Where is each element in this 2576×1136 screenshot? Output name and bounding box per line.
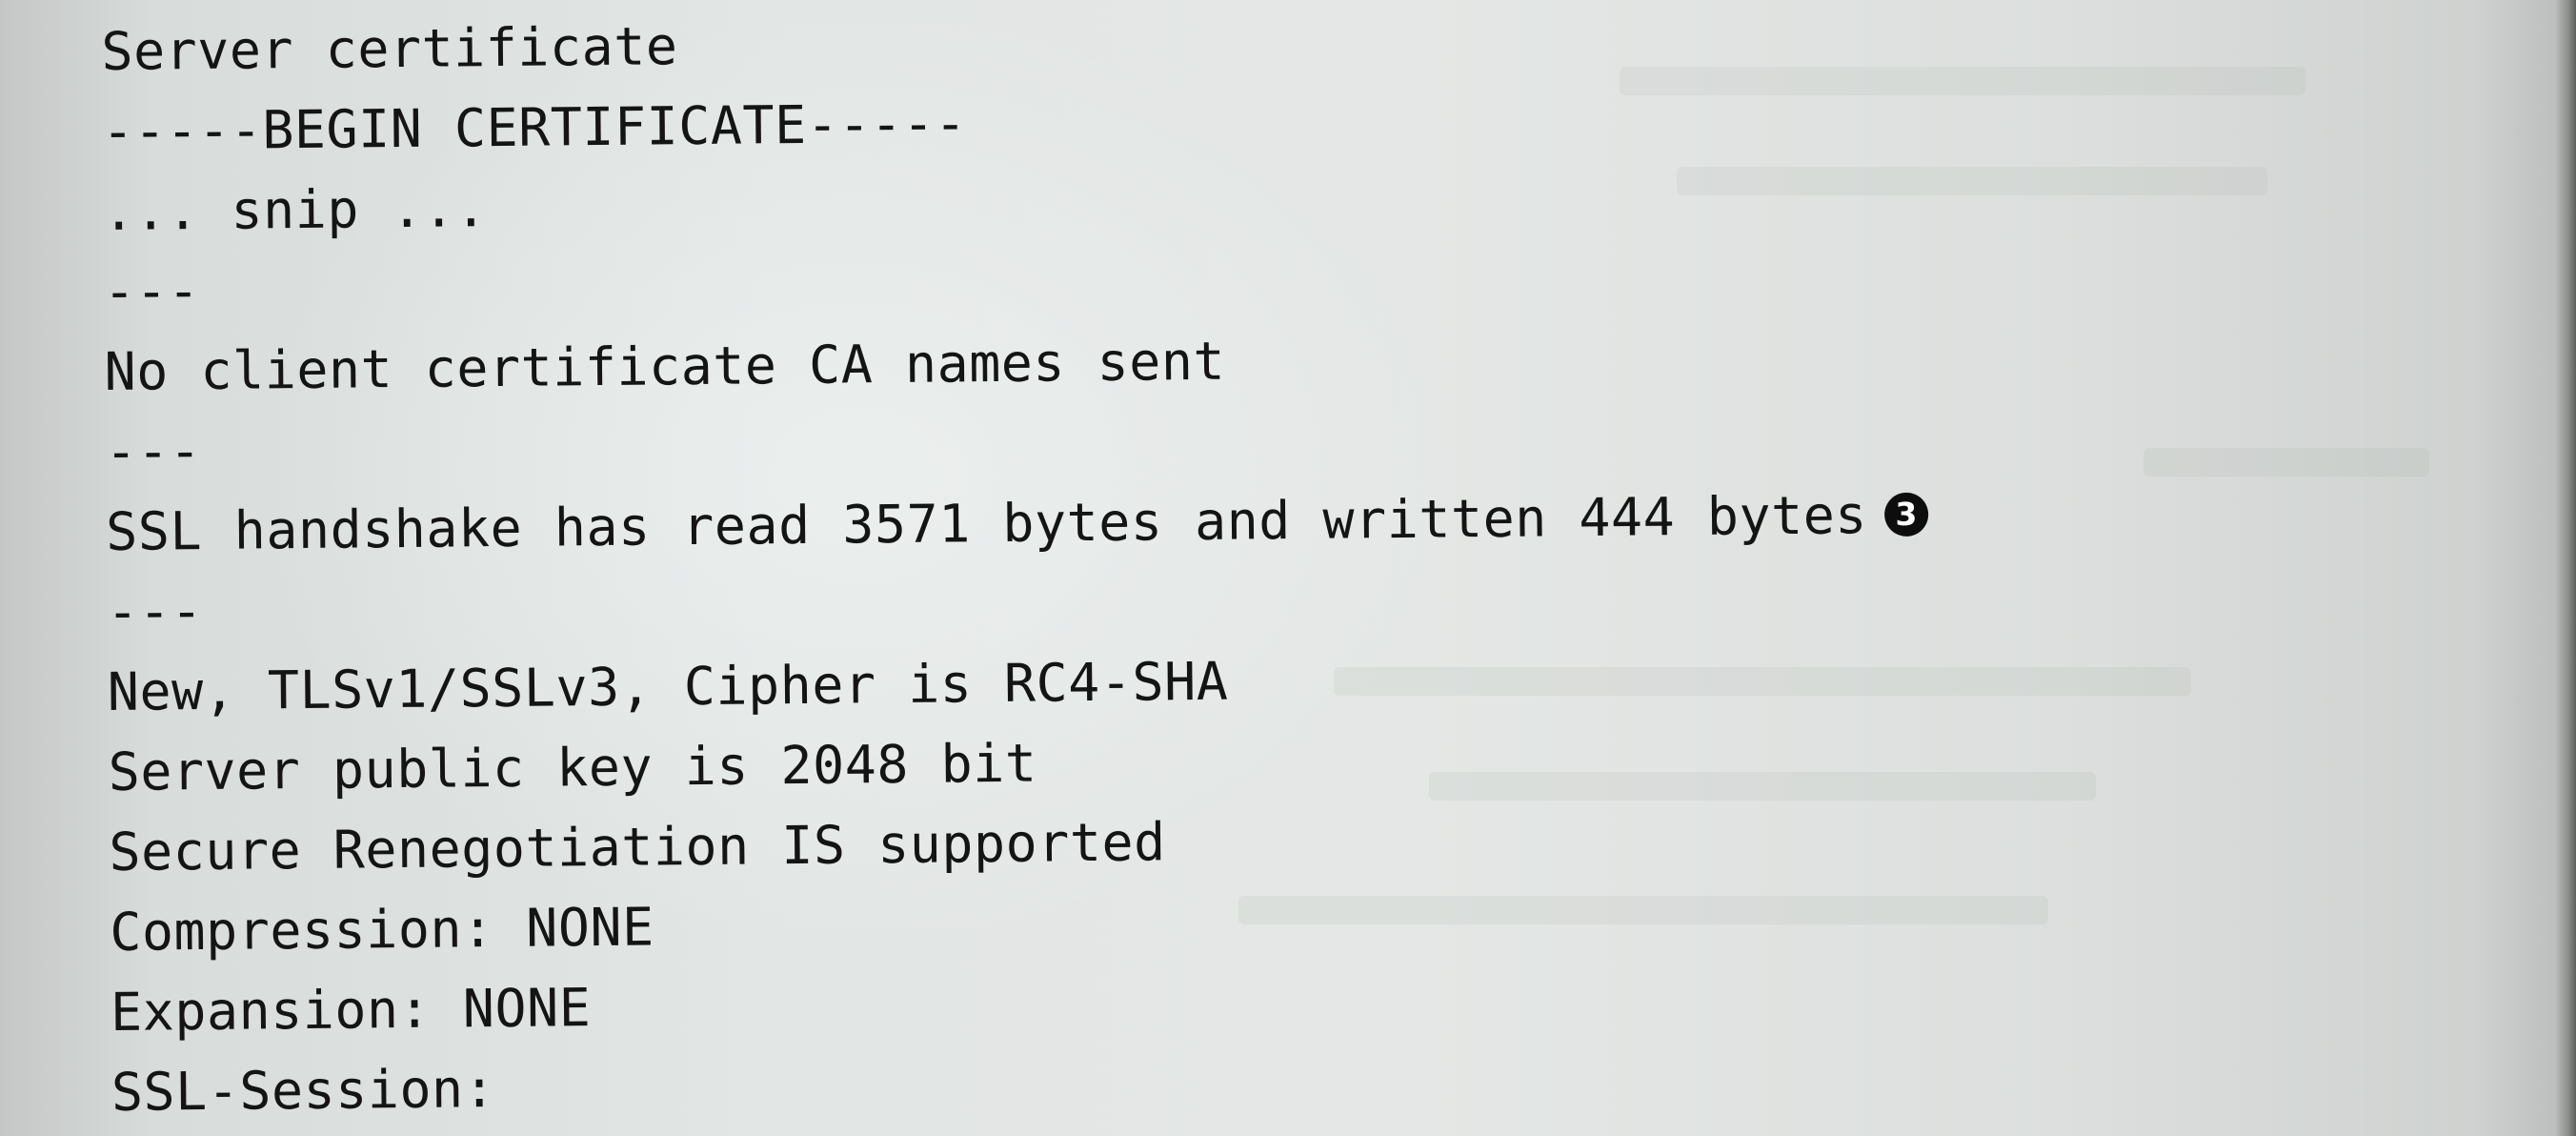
terminal-output-listing: Server certificate -----BEGIN CERTIFICAT… [101,0,2017,1132]
printed-page: Server certificate -----BEGIN CERTIFICAT… [0,0,2576,1136]
handshake-text: SSL handshake has read 3571 bytes and wr… [105,484,1868,562]
page-edge-shadow [2555,0,2576,1136]
code-line-ssl-session: SSL-Session: [111,1058,496,1123]
callout-marker-icon: 3 [1883,492,1929,538]
